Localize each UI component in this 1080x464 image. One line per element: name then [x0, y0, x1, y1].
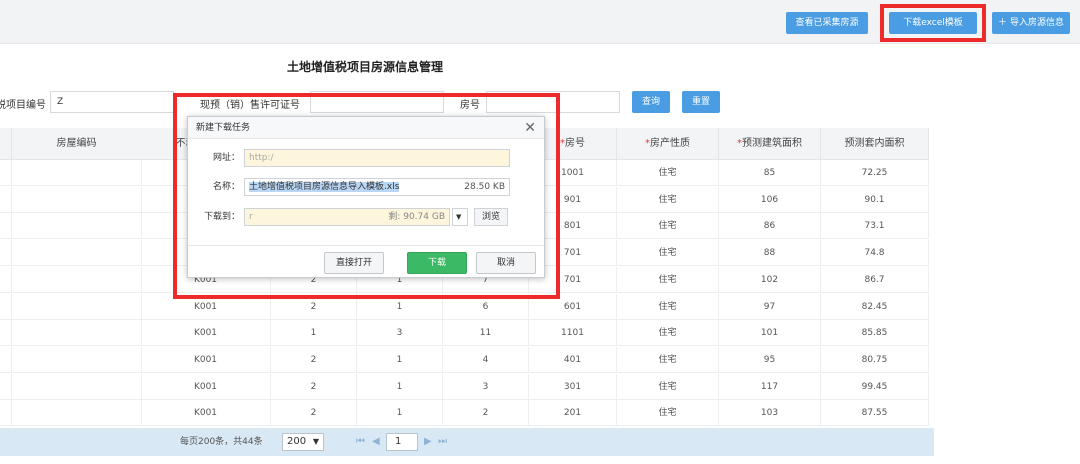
- table-cell: 住宅: [617, 186, 719, 213]
- table-cell: 72.25: [821, 160, 929, 186]
- table-cell: 1: [271, 320, 357, 347]
- table-cell: 1: [357, 400, 443, 427]
- table-cell: 住宅: [617, 293, 719, 320]
- reset-button[interactable]: 重置: [682, 91, 720, 113]
- table-cell: [0, 240, 12, 267]
- table-cell: 85.85: [821, 320, 929, 347]
- table-cell: [12, 320, 142, 347]
- table-cell: K001: [141, 346, 271, 373]
- table-cell: 102: [719, 266, 821, 293]
- table-cell: [0, 346, 12, 373]
- table-cell: 2: [443, 400, 529, 427]
- column-header[interactable]: *房产性质: [617, 128, 719, 160]
- column-header[interactable]: *预测建筑面积: [719, 128, 821, 160]
- import-button[interactable]: ＋ 导入房源信息: [992, 12, 1070, 34]
- table-cell: K001: [141, 400, 271, 427]
- column-header[interactable]: 预测套内面积: [821, 128, 929, 160]
- table-cell: 106: [719, 186, 821, 213]
- table-cell: 85: [719, 160, 821, 186]
- table-cell: K001: [141, 373, 271, 400]
- page-size-select[interactable]: 200 ▼: [282, 433, 324, 451]
- project-no-input[interactable]: Z: [50, 91, 174, 113]
- table-cell: 1: [357, 373, 443, 400]
- first-page-icon[interactable]: ⏮: [356, 433, 365, 451]
- table-cell: 86: [719, 213, 821, 240]
- table-cell: 3: [443, 373, 529, 400]
- table-cell: [0, 373, 12, 400]
- table-cell: [0, 213, 12, 240]
- table-cell: [12, 373, 142, 400]
- table-cell: K001: [141, 320, 271, 347]
- table-cell: 住宅: [617, 400, 719, 427]
- page-size-value: 200: [287, 436, 307, 447]
- table-cell: 1: [357, 346, 443, 373]
- table-cell: [12, 346, 142, 373]
- prev-page-icon[interactable]: ◀: [372, 433, 380, 451]
- table-cell: 住宅: [617, 346, 719, 373]
- import-button-label: 导入房源信息: [1009, 18, 1064, 28]
- table-cell: [12, 186, 142, 213]
- column-header[interactable]: 房屋编码: [12, 128, 142, 160]
- table-cell: 2: [271, 346, 357, 373]
- next-page-icon[interactable]: ▶: [424, 433, 432, 451]
- table-cell: [0, 293, 12, 320]
- table-cell: 住宅: [617, 213, 719, 240]
- table-cell: 95: [719, 346, 821, 373]
- table-cell: [12, 400, 142, 427]
- chevron-down-icon: ▼: [312, 437, 319, 446]
- table-cell: 86.7: [821, 266, 929, 293]
- table-cell: 97: [719, 293, 821, 320]
- table-cell: 住宅: [617, 160, 719, 186]
- table-cell: [0, 320, 12, 347]
- table-cell: [12, 293, 142, 320]
- pager: 每页200条，共44条 200 ▼ ⏮ ◀ 1 ▶ ⏭: [0, 428, 934, 456]
- table-cell: 101: [719, 320, 821, 347]
- table-cell: [0, 160, 12, 186]
- pager-summary: 每页200条，共44条: [180, 437, 263, 447]
- table-cell: 11: [443, 320, 529, 347]
- table-cell: 住宅: [617, 240, 719, 267]
- page-title: 土地增值税项目房源信息管理: [286, 60, 443, 74]
- table-cell: [0, 400, 12, 427]
- table-cell: 73.1: [821, 213, 929, 240]
- table-cell: 住宅: [617, 373, 719, 400]
- column-header[interactable]: [0, 128, 12, 160]
- table-cell: 117: [719, 373, 821, 400]
- current-page-input[interactable]: 1: [386, 433, 418, 451]
- table-cell: [12, 240, 142, 267]
- table-cell: [0, 186, 12, 213]
- table-cell: [0, 266, 12, 293]
- table-cell: 2: [271, 400, 357, 427]
- table-cell: [12, 266, 142, 293]
- table-cell: [12, 213, 142, 240]
- table-cell: 87.55: [821, 400, 929, 427]
- table-cell: 82.45: [821, 293, 929, 320]
- download-template-highlight: [880, 4, 986, 42]
- table-cell: 4: [443, 346, 529, 373]
- table-cell: 80.75: [821, 346, 929, 373]
- table-cell: 99.45: [821, 373, 929, 400]
- table-cell: 2: [271, 373, 357, 400]
- table-cell: 88: [719, 240, 821, 267]
- table-cell: 103: [719, 400, 821, 427]
- table-cell: 301: [529, 373, 617, 400]
- table-cell: 90.1: [821, 186, 929, 213]
- table-cell: 住宅: [617, 320, 719, 347]
- table-cell: 201: [529, 400, 617, 427]
- table-cell: 住宅: [617, 266, 719, 293]
- dialog-highlight: [173, 93, 560, 299]
- table-cell: 401: [529, 346, 617, 373]
- last-page-icon[interactable]: ⏭: [438, 433, 447, 451]
- query-button[interactable]: 查询: [632, 91, 670, 113]
- table-cell: 74.8: [821, 240, 929, 267]
- plus-icon: ＋: [998, 18, 1008, 28]
- table-cell: 1101: [529, 320, 617, 347]
- view-collected-button[interactable]: 查看已采集房源: [786, 12, 868, 34]
- table-cell: [12, 160, 142, 186]
- project-no-label: 税项目编号: [0, 100, 46, 111]
- table-cell: 3: [357, 320, 443, 347]
